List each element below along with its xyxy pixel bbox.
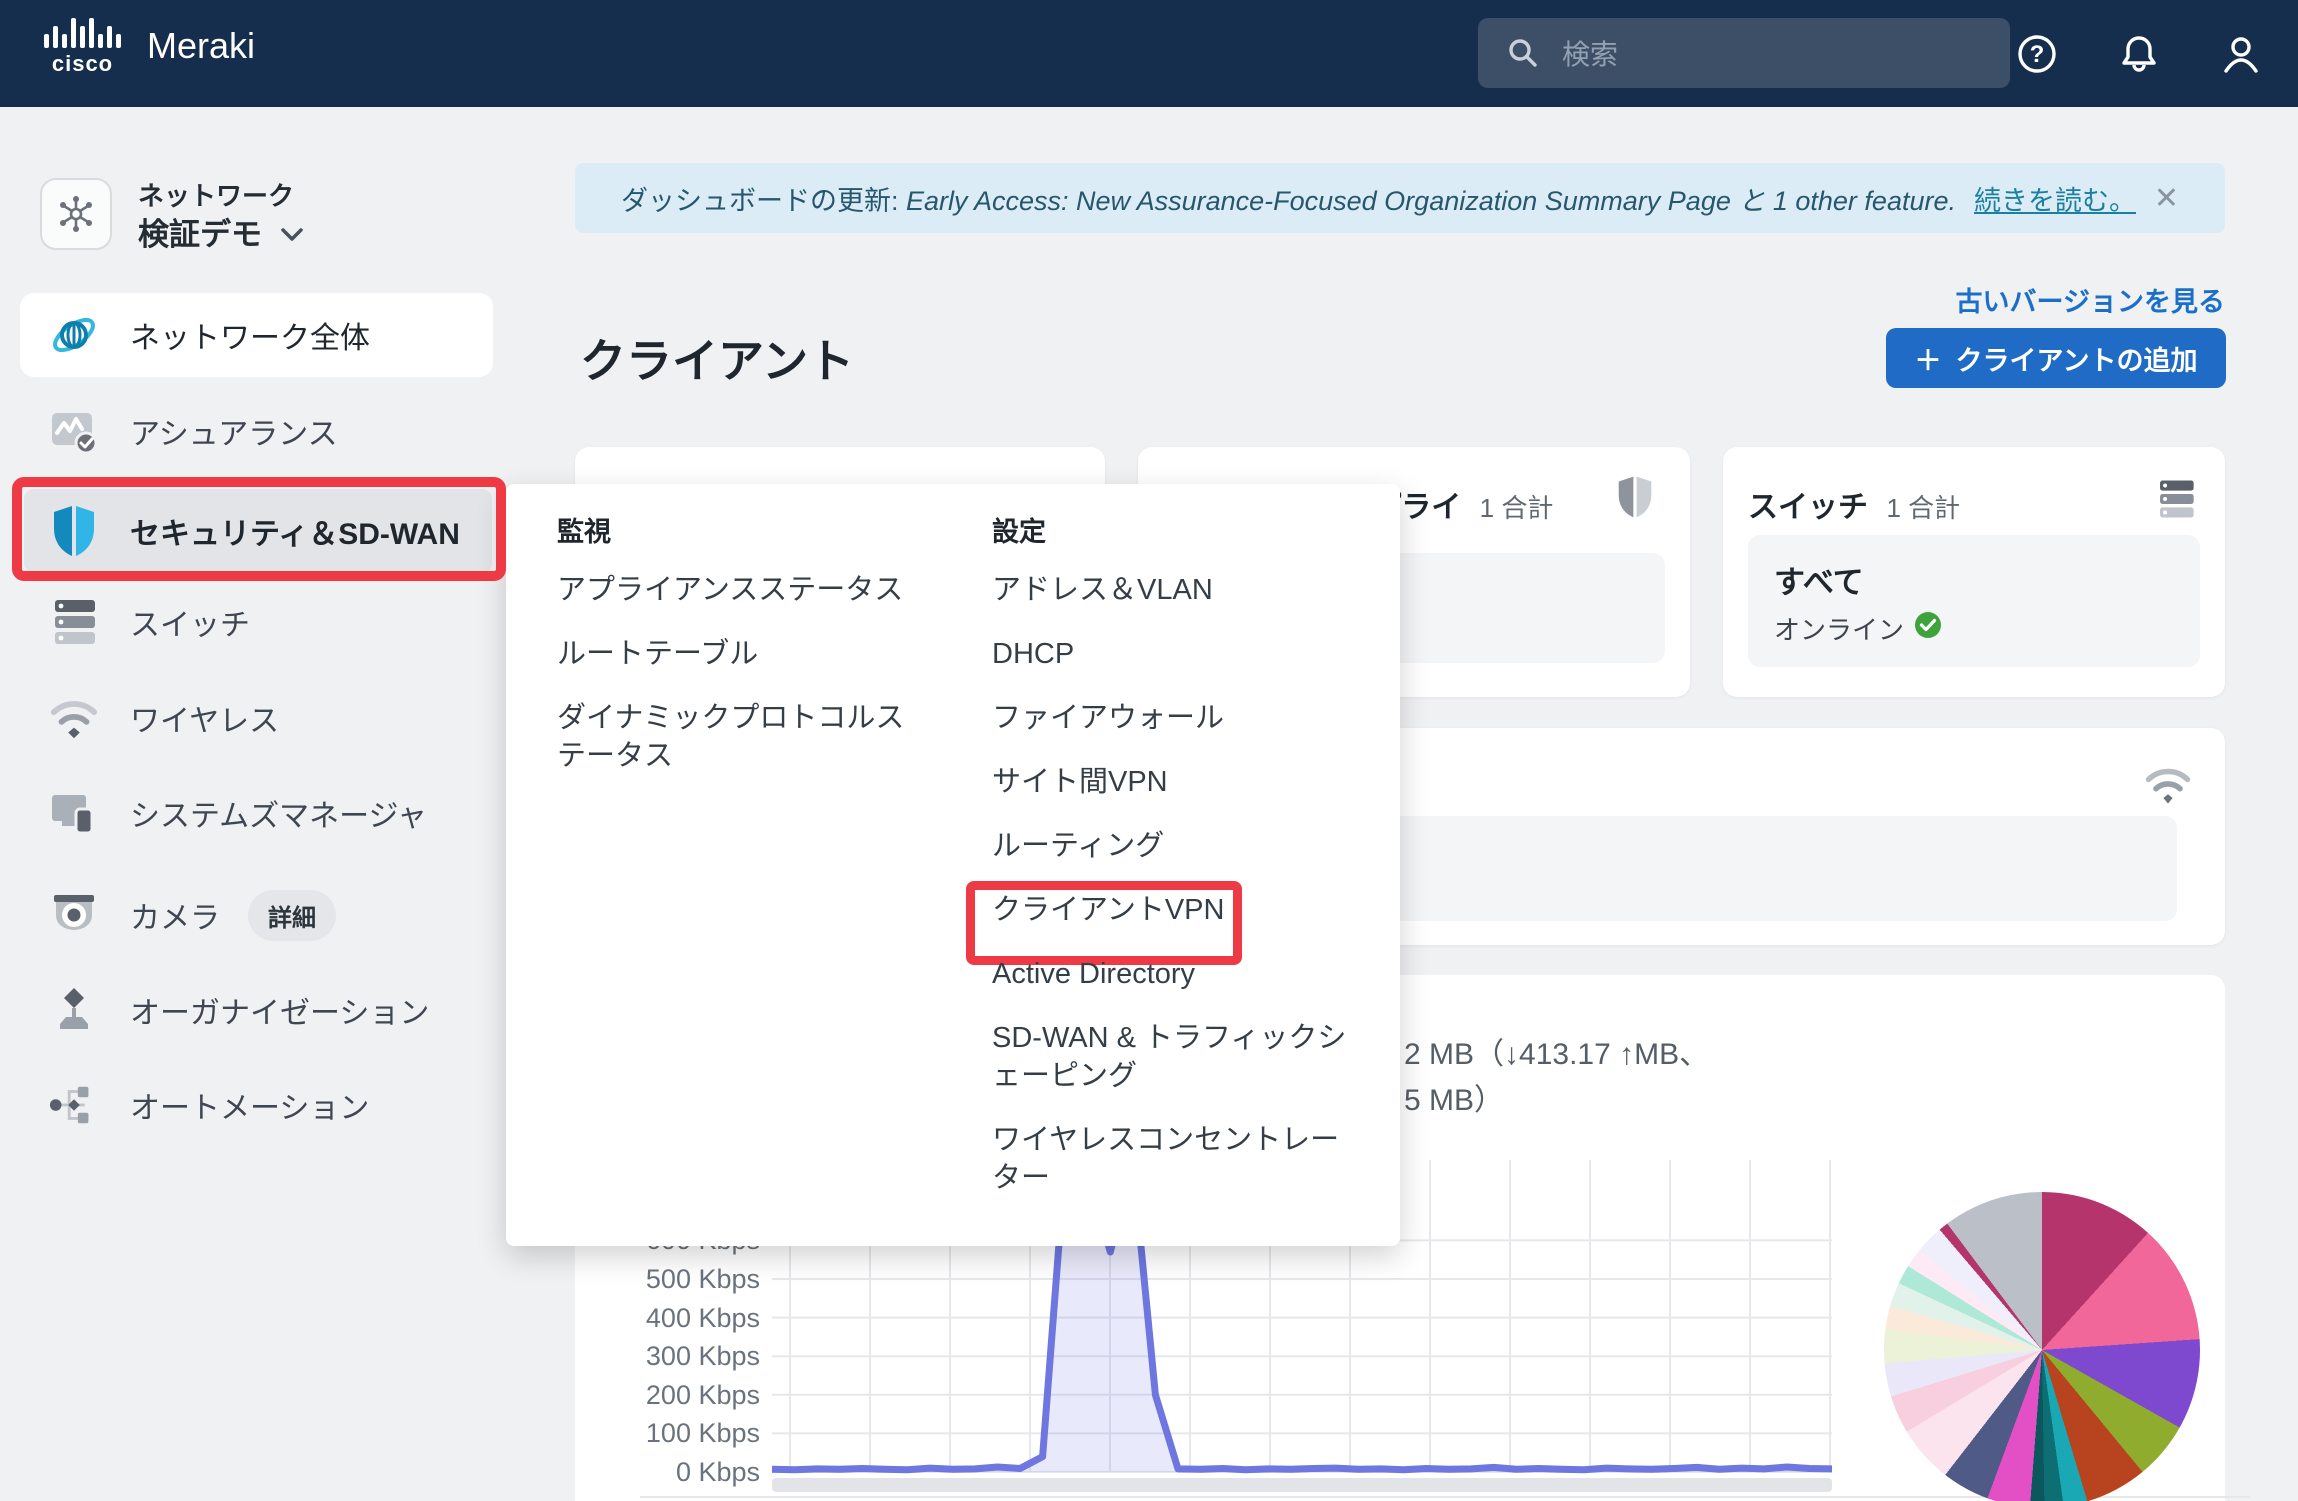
plus-icon: ＋ — [1915, 339, 1942, 378]
bell-icon[interactable] — [2116, 31, 2162, 77]
search-input[interactable]: 検索 — [1478, 18, 2010, 88]
flyout-item-設定-4[interactable]: サイト間VPN — [992, 763, 1352, 801]
automation-icon — [48, 1079, 100, 1131]
flyout-item-設定-9[interactable]: ワイヤレスコンセントレーター — [992, 1121, 1352, 1197]
flyout-column-configure: 設定アドレス＆VLAN DHCP ファイアウォールサイト間VPN ルーティングクライア… — [992, 510, 1352, 1223]
flyout-column-monitor: 監視アプライアンスステータスルートテーブルダイナミックプロトコルステータス — [557, 510, 917, 801]
flyout-item-設定-2[interactable]: DHCP — [992, 635, 1352, 673]
flyout-item-設定-5[interactable]: ルーティング — [992, 827, 1352, 865]
y-axis-tick: 100 Kbps — [600, 1417, 760, 1449]
dashboard-update-banner: ダッシュボードの更新: Early Access: New Assurance-… — [575, 163, 2225, 233]
read-more-link[interactable]: 続きを読む。 — [1974, 179, 2136, 218]
network-selector[interactable]: ネットワーク 検証デモ — [40, 178, 304, 256]
check-circle-icon — [1914, 611, 1942, 646]
search-placeholder: 検索 — [1562, 33, 1618, 73]
appliance-card-total: 1 合計 — [1480, 493, 1554, 523]
cisco-meraki-logo[interactable]: cisco Meraki — [44, 14, 255, 77]
flyout-item-設定-6[interactable]: クライアントVPN — [992, 891, 1352, 929]
brand-name: Meraki — [147, 25, 255, 67]
organization-icon — [48, 984, 100, 1036]
network-hub-icon — [40, 178, 112, 250]
wireless-icon — [48, 696, 100, 740]
wifi-icon — [2143, 764, 2193, 811]
flyout-item-設定-3[interactable]: ファイアウォール — [992, 699, 1352, 737]
add-client-button[interactable]: ＋ クライアントの追加 — [1886, 328, 2226, 388]
meraki-dashboard: { "navbar": { "logo_text": "cisco", "bra… — [0, 0, 2298, 1501]
network-selector-value: 検証デモ — [138, 214, 304, 256]
sidebar-item-4[interactable]: スイッチ — [0, 580, 513, 664]
chevron-down-icon — [280, 227, 304, 243]
y-axis-tick: 0 Kbps — [600, 1456, 760, 1488]
svg-text:?: ? — [2030, 41, 2045, 68]
sidebar-item-label: ネットワーク全体 — [130, 313, 370, 357]
sidebar-item-label: ワイヤレス — [130, 696, 279, 740]
network-selector-label: ネットワーク — [138, 178, 304, 214]
sidebar-item-label: オートメーション — [130, 1083, 369, 1127]
sidebar-item-6[interactable]: システムズマネージャ — [0, 771, 513, 855]
application-pie-chart — [1884, 1192, 2200, 1501]
sidebar-item-label: セキュリティ＆SD-WAN — [130, 509, 460, 553]
flyout-item-設定-8[interactable]: SD-WAN & トラフィックシェーピング — [992, 1019, 1352, 1095]
sidebar-item-9[interactable]: オートメーション — [0, 1063, 513, 1147]
y-axis-tick: 300 Kbps — [600, 1340, 760, 1372]
switch-small-icon — [2155, 477, 2197, 526]
sidebar-item-label: スイッチ — [130, 600, 250, 644]
switch-card-total: 1 合計 — [1886, 493, 1960, 523]
sidebar-item-5[interactable]: ワイヤレス — [0, 676, 513, 760]
sidebar-item-1[interactable]: ネットワーク全体 — [20, 293, 493, 377]
sidebar-item-label: アシュアランス — [130, 409, 338, 453]
flyout-item-監視-3[interactable]: ダイナミックプロトコルステータス — [557, 699, 917, 775]
search-icon — [1500, 30, 1546, 76]
y-axis-tick: 200 Kbps — [600, 1379, 760, 1411]
cisco-logo-text: cisco — [52, 51, 113, 77]
cisco-logo-icon: cisco — [44, 14, 121, 77]
camera-icon — [48, 891, 100, 939]
switch-card: スイッチ 1 合計 すべて オンライン — [1723, 447, 2225, 697]
banner-text: ダッシュボードの更新: Early Access: New Assurance-… — [621, 179, 1956, 218]
shield-gray-icon — [1616, 475, 1654, 524]
flyout-item-監視-1[interactable]: アプライアンスステータス — [557, 571, 917, 609]
chart-baseline-bar — [772, 1478, 1832, 1492]
banner-close-icon[interactable]: ✕ — [2154, 181, 2179, 216]
flyout-item-設定-7[interactable]: Active Directory — [992, 955, 1352, 993]
flyout-column-header: 設定 — [992, 510, 1352, 549]
cisco-bars-icon — [44, 14, 121, 48]
top-navbar: cisco Meraki 検索 ? — [0, 0, 2298, 107]
usage-summary-text: 2 MB（↓413.17 ↑MB、 5 MB） — [1404, 1032, 1709, 1124]
switch-status-secondary: オンライン — [1774, 610, 1904, 647]
sidebar-item-2[interactable]: アシュアランス — [0, 389, 513, 473]
help-icon[interactable]: ? — [2014, 31, 2060, 77]
camera-details-badge: 詳細 — [248, 890, 336, 941]
shield-icon — [48, 504, 100, 558]
sidebar-item-8[interactable]: オーガナイゼーション — [0, 968, 513, 1052]
switch-icon — [48, 596, 100, 648]
systems-manager-icon — [48, 787, 100, 839]
old-version-link[interactable]: 古いバージョンを見る — [1956, 280, 2225, 319]
sidebar-item-label: オーガナイゼーション — [130, 988, 429, 1032]
globe-icon — [48, 309, 100, 361]
sidebar-item-3[interactable]: セキュリティ＆SD-WAN — [24, 489, 492, 573]
flyout-item-監視-2[interactable]: ルートテーブル — [557, 635, 917, 673]
sidebar-item-label: カメラ — [130, 893, 220, 937]
switch-status-box[interactable]: すべて オンライン — [1748, 535, 2200, 667]
page-title: クライアント — [580, 325, 854, 391]
sidebar-item-7[interactable]: カメラ詳細 — [0, 873, 513, 957]
assurance-icon — [48, 405, 100, 457]
flyout-column-header: 監視 — [557, 510, 917, 549]
flyout-item-設定-1[interactable]: アドレス＆VLAN — [992, 571, 1352, 609]
switch-status-primary: すべて — [1774, 557, 2174, 602]
y-axis-tick: 400 Kbps — [600, 1302, 760, 1334]
y-axis-tick: 500 Kbps — [600, 1263, 760, 1295]
account-icon[interactable] — [2218, 31, 2264, 77]
switch-card-title: スイッチ — [1748, 491, 1868, 524]
sidebar-item-label: システムズマネージャ — [130, 791, 427, 835]
annotation-box-client-vpn — [966, 881, 1242, 965]
